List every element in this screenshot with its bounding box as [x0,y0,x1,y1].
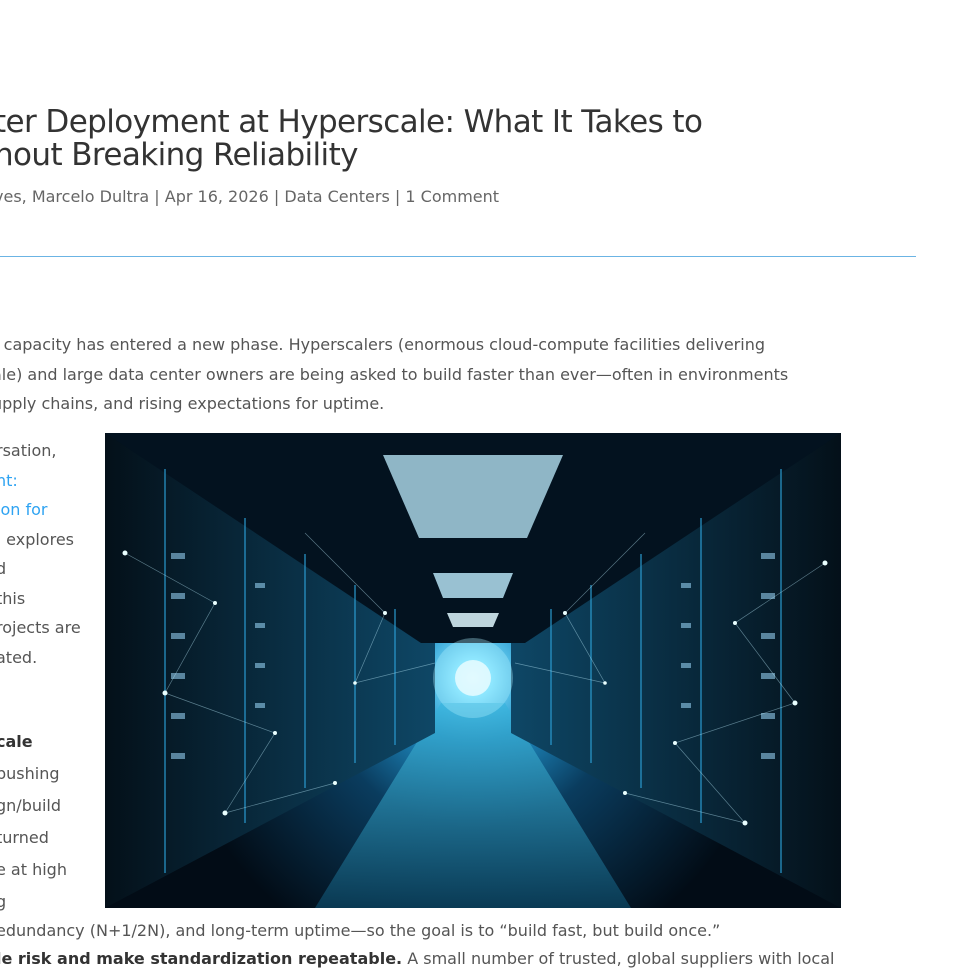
paragraph-line: pushing [0,764,60,783]
post-title-line-2: hout Breaking Reliability [0,137,358,173]
paragraph-line: le risk and make standardization repeata… [0,946,896,972]
intro-line: upply chains, and rising expectations fo… [0,394,385,413]
image-illustration [105,433,841,908]
meta-separator: | [149,187,165,206]
intro-line: ale) and large data center owners are be… [0,364,789,384]
bold-text: le risk and make standardization repeata… [0,949,403,968]
post-date: Apr 16, 2026 [164,187,269,206]
meta-separator: | [268,187,285,206]
paragraph-line: turned [0,828,49,847]
paragraph-line: g [0,892,7,911]
post-title-line-1: ter Deployment at Hyperscale: What It Ta… [0,104,703,140]
paragraph-line: ated. [0,647,38,667]
podcast-link-line[interactable]: ion for [0,495,106,525]
wrapped-paragraph: rsation, nt: ion for , explores d this r… [0,436,106,672]
meta-separator: | [389,187,406,206]
podcast-link-line[interactable]: nt: [0,466,106,496]
data-center-corridor-image [105,433,841,908]
post-authors[interactable]: ves, Marcelo Dultra [0,187,149,206]
post-category-link[interactable]: Data Centers [284,187,389,206]
paragraph-line: , explores [0,529,74,549]
paragraph-line: d [0,559,7,578]
intro-paragraph: r capacity has entered a new phase. Hype… [0,330,812,419]
paragraph-line: rojects are [0,618,81,637]
paragraph-line: edundancy (N+1/2N), and long-term uptime… [0,921,721,940]
paragraph-line: rsation, [0,441,57,460]
paragraph-line: e at high [0,860,67,879]
paragraph-text: A small number of trusted, global suppli… [402,949,835,968]
post-comments-link[interactable]: 1 Comment [405,187,499,206]
post-meta: ves, Marcelo Dultra | Apr 16, 2026 | Dat… [0,187,499,206]
intro-line: r capacity has entered a new phase. Hype… [0,335,765,354]
paragraph-line: gn/build [0,796,62,815]
post-title: ter Deployment at Hyperscale: What It Ta… [0,106,714,172]
title-divider [0,256,916,257]
section-block: cale pushing gn/build turned e at high g [0,726,106,918]
paragraph-line: this [0,588,26,608]
section-heading: cale [0,732,33,751]
